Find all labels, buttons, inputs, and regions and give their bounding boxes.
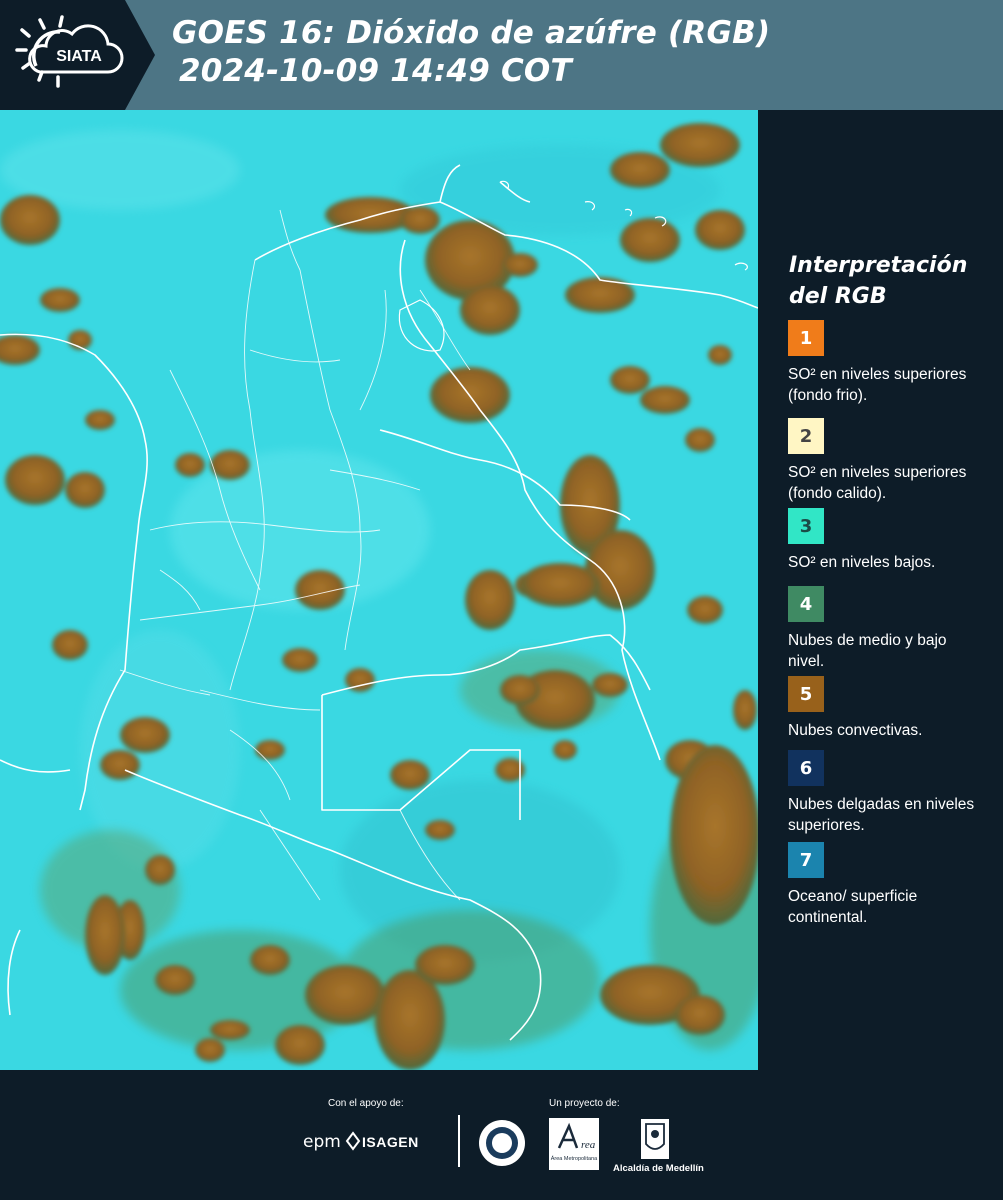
cloud-cell xyxy=(40,288,80,312)
cloud-cell xyxy=(620,218,680,262)
cloud-cell xyxy=(295,570,345,610)
legend-panel: Interpretación del RGB 1 SO² en niveles s… xyxy=(758,110,1003,1070)
cloud-cell xyxy=(155,965,195,995)
cloud-cell xyxy=(175,453,205,477)
footer-divider xyxy=(458,1115,460,1167)
legend-label: Nubes delgadas en niveles superiores. xyxy=(788,796,975,834)
legend-swatch: 2 xyxy=(788,418,824,454)
legend-item-3: 3 SO² en niveles bajos. xyxy=(788,508,978,573)
area-metropolitana-logo: rea Área Metropolitana xyxy=(549,1118,599,1170)
cloud-cell xyxy=(275,1025,325,1065)
title-line-2: 2024-10-09 14:49 COT xyxy=(179,53,572,89)
legend-label: Nubes de medio y bajo nivel. xyxy=(788,632,947,670)
legend-label: SO² en niveles superiores (fondo calido)… xyxy=(788,464,967,502)
cloud-cell xyxy=(0,195,60,245)
cloud-cell xyxy=(685,428,715,452)
cloud-cell xyxy=(250,945,290,975)
legend-swatch: 7 xyxy=(788,842,824,878)
epm-logo: epm xyxy=(303,1132,341,1152)
cloud-cell xyxy=(210,1020,250,1040)
cloud-cell xyxy=(733,690,757,730)
legend-title: Interpretación del RGB xyxy=(789,253,968,309)
legend-item-5: 5 Nubes convectivas. xyxy=(788,676,978,741)
cloud-cell xyxy=(390,760,430,790)
cloud-cell xyxy=(592,673,628,697)
cloud-cell xyxy=(400,206,440,234)
cloud-cell xyxy=(695,210,745,250)
cloud-cell xyxy=(708,345,732,365)
cloud-cell xyxy=(610,366,650,394)
alcaldia-crest-icon xyxy=(641,1119,669,1159)
cloud-cell xyxy=(305,965,385,1025)
legend-label: SO² en niveles bajos. xyxy=(788,554,936,571)
footer: Con el apoyo de: Un proyecto de: epm ISA… xyxy=(0,1070,1003,1200)
project-label: Un proyecto de: xyxy=(549,1098,620,1109)
cloud-cell xyxy=(687,596,723,624)
header-bar: SIATA GOES 16: Dióxido de azúfre (RGB) 2… xyxy=(0,0,1003,110)
cloud-cell xyxy=(640,386,690,414)
legend-swatch: 4 xyxy=(788,586,824,622)
cloud-cell xyxy=(255,740,285,760)
cloud-cell xyxy=(610,152,670,188)
cloud-cell xyxy=(415,945,475,985)
cloud-cell xyxy=(85,895,125,975)
svg-text:rea: rea xyxy=(581,1139,596,1151)
medellin-seal-icon xyxy=(479,1120,525,1166)
alcaldia-label: Alcaldía de Medellín xyxy=(613,1163,704,1174)
legend-label: Nubes convectivas. xyxy=(788,722,923,739)
siata-logo-text: SIATA xyxy=(56,48,102,65)
cloud-cell xyxy=(5,455,65,505)
cloud-cell xyxy=(565,277,635,313)
legend-item-4: 4 Nubes de medio y bajo nivel. xyxy=(788,586,978,672)
cloud-cell xyxy=(282,648,318,672)
cloud-cell xyxy=(52,630,88,660)
cloud-cell xyxy=(375,970,445,1070)
legend-swatch: 1 xyxy=(788,320,824,356)
cloud-cell xyxy=(520,563,600,607)
cloud-cell xyxy=(120,717,170,753)
legend-item-6: 6 Nubes delgadas en niveles superiores. xyxy=(788,750,978,836)
siata-logo: SIATA xyxy=(0,0,155,110)
cloud-cell xyxy=(502,253,538,277)
legend-swatch: 5 xyxy=(788,676,824,712)
cloud-cell xyxy=(585,530,655,610)
cloud-cell xyxy=(145,855,175,885)
cloud-cell xyxy=(65,472,105,508)
title-line-1: GOES 16: Dióxido de azúfre (RGB) xyxy=(172,15,771,51)
cloud-cell xyxy=(500,675,540,705)
legend-item-2: 2 SO² en niveles superiores (fondo calido… xyxy=(788,418,978,504)
isagen-logo: ISAGEN xyxy=(362,1134,419,1150)
cloud-cell xyxy=(195,1038,225,1062)
legend-label: SO² en niveles superiores (fondo frio). xyxy=(788,366,967,404)
cloud-cell xyxy=(553,740,577,760)
cloud-cell xyxy=(425,820,455,840)
page-title: GOES 16: Dióxido de azúfre (RGB) 2024-10… xyxy=(172,14,770,90)
cloud-cell xyxy=(675,995,725,1035)
legend-swatch: 6 xyxy=(788,750,824,786)
legend-item-1: 1 SO² en niveles superiores (fondo frio). xyxy=(788,320,978,406)
cloud-cell xyxy=(660,123,740,167)
satellite-map xyxy=(0,110,758,1070)
legend-item-7: 7 Oceano/ superficie continental. xyxy=(788,842,978,928)
cloud-cell xyxy=(670,745,758,925)
legend-label: Oceano/ superficie continental. xyxy=(788,888,918,926)
area-metro-text: Área Metropolitana xyxy=(551,1155,598,1162)
cloud-cell xyxy=(465,570,515,630)
legend-swatch: 3 xyxy=(788,508,824,544)
support-label: Con el apoyo de: xyxy=(328,1098,404,1109)
cloud-cell xyxy=(460,285,520,335)
cloud-cell xyxy=(85,410,115,430)
isagen-logo-icon xyxy=(345,1131,361,1151)
cloud-cell xyxy=(100,750,140,780)
